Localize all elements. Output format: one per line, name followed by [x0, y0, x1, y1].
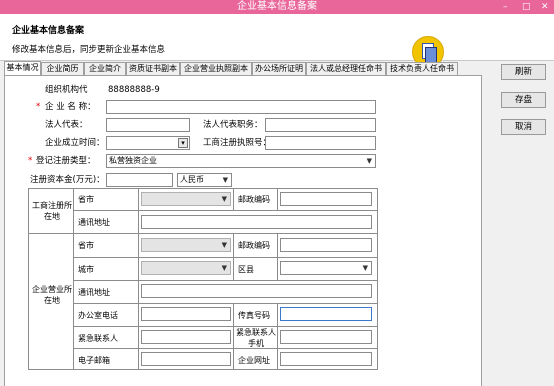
- maximize-icon[interactable]: □: [522, 1, 531, 13]
- biz-province-select[interactable]: ▼: [141, 238, 231, 252]
- currency-value: 人民币: [180, 175, 204, 184]
- chevron-down-icon: ▼: [221, 264, 227, 272]
- reg-postal-input[interactable]: [280, 192, 372, 206]
- chevron-down-icon: ▼: [221, 195, 227, 203]
- company-name-input[interactable]: [106, 100, 376, 114]
- tab-legal-appointment[interactable]: 法人或总经理任命书: [306, 62, 386, 75]
- office-phone-input[interactable]: [141, 307, 231, 321]
- capital-input[interactable]: [106, 173, 173, 187]
- cancel-button[interactable]: 取消: [501, 119, 546, 135]
- email-input[interactable]: [141, 352, 231, 366]
- fax-label: 传真号码: [238, 311, 270, 320]
- founded-date-input[interactable]: ▾: [106, 136, 190, 150]
- biz-province-label: 省市: [78, 241, 94, 250]
- close-icon[interactable]: ✕: [541, 1, 549, 13]
- save-button[interactable]: 存盘: [501, 92, 546, 108]
- legal-rep-label: 法人代表：: [45, 120, 88, 130]
- tab-company-intro[interactable]: 企业简介: [84, 62, 126, 75]
- chevron-down-icon: ▼: [221, 241, 227, 249]
- required-mark: *: [36, 102, 41, 112]
- emergency-contact-input[interactable]: [141, 330, 231, 344]
- emergency-contact-label: 紧急联系人: [78, 334, 118, 343]
- tab-office-proof[interactable]: 办公场所证明: [252, 62, 306, 75]
- tab-business-license[interactable]: 企业营业执照副本: [180, 62, 252, 75]
- email-label: 电子邮箱: [78, 356, 110, 365]
- capital-label: 注册资本金(万元)：: [30, 175, 105, 185]
- reg-province-label: 省市: [78, 195, 94, 204]
- biz-address-input[interactable]: [141, 284, 372, 298]
- reg-postal-label: 邮政编码: [238, 195, 270, 204]
- reg-address-label: 通讯地址: [78, 218, 110, 227]
- tab-basic-info[interactable]: 基本情况: [4, 61, 41, 75]
- chevron-down-icon: ▼: [222, 176, 228, 184]
- biz-county-label: 区县: [238, 265, 254, 274]
- biz-city-label: 城市: [78, 265, 94, 274]
- emergency-mobile-input[interactable]: [280, 330, 372, 344]
- company-name-label: 企 业 名 称：: [45, 102, 96, 112]
- business-license-input[interactable]: [265, 136, 376, 150]
- reg-type-value: 私营独资企业: [109, 156, 157, 165]
- founded-date-label: 企业成立时间：: [45, 138, 105, 148]
- biz-address-group-label: 企业营业所在地: [32, 285, 72, 305]
- biz-address-label: 通讯地址: [78, 288, 110, 297]
- reg-type-select[interactable]: 私营独资企业 ▼: [106, 154, 376, 168]
- reg-type-label: 登记注册类型：: [36, 156, 96, 166]
- currency-select[interactable]: 人民币 ▼: [177, 173, 232, 187]
- biz-postal-label: 邮政编码: [238, 241, 270, 250]
- chevron-down-icon: ▼: [366, 157, 372, 165]
- required-mark-2: *: [28, 156, 33, 166]
- tab-company-history[interactable]: 企业简历: [41, 62, 84, 75]
- tab-tech-appointment[interactable]: 技术负责人任命书: [386, 62, 458, 75]
- page-title: 企业基本信息备案: [12, 26, 85, 36]
- org-code-label: 组织机构代: [45, 85, 88, 95]
- reg-address-group-label: 工商注册所在地: [32, 201, 72, 221]
- biz-postal-input[interactable]: [280, 238, 372, 252]
- window-titlebar: 企业基本信息备案: [0, 0, 554, 14]
- reg-address-input[interactable]: [141, 215, 372, 229]
- legal-rep-input[interactable]: [106, 118, 190, 132]
- page-subtitle: 修改基本信息后，同步更新企业基本信息: [12, 45, 166, 55]
- website-label: 企业网址: [238, 356, 270, 365]
- refresh-button[interactable]: 刷新: [501, 64, 546, 80]
- legal-rep-title-label: 法人代表职务：: [203, 120, 263, 130]
- website-input[interactable]: [280, 352, 372, 366]
- biz-county-select[interactable]: ▼: [280, 261, 372, 275]
- window-title: 企业基本信息备案: [237, 1, 317, 12]
- minimize-icon[interactable]: –: [503, 1, 508, 13]
- org-code-value: 88888888-9: [108, 85, 160, 95]
- calendar-icon[interactable]: ▾: [178, 138, 188, 148]
- tab-qualification[interactable]: 资质证书副本: [126, 62, 180, 75]
- header-area: 企业基本信息备案 修改基本信息后，同步更新企业基本信息: [0, 14, 554, 68]
- chevron-down-icon: ▼: [362, 264, 368, 272]
- emergency-mobile-label: 紧急联系人手机: [236, 328, 276, 348]
- business-license-label: 工商注册执照号：: [203, 138, 272, 148]
- biz-city-select[interactable]: ▼: [141, 261, 231, 275]
- legal-rep-title-input[interactable]: [265, 118, 376, 132]
- reg-province-select[interactable]: ▼: [141, 192, 231, 206]
- fax-input[interactable]: [280, 307, 372, 321]
- office-phone-label: 办公室电话: [78, 311, 118, 320]
